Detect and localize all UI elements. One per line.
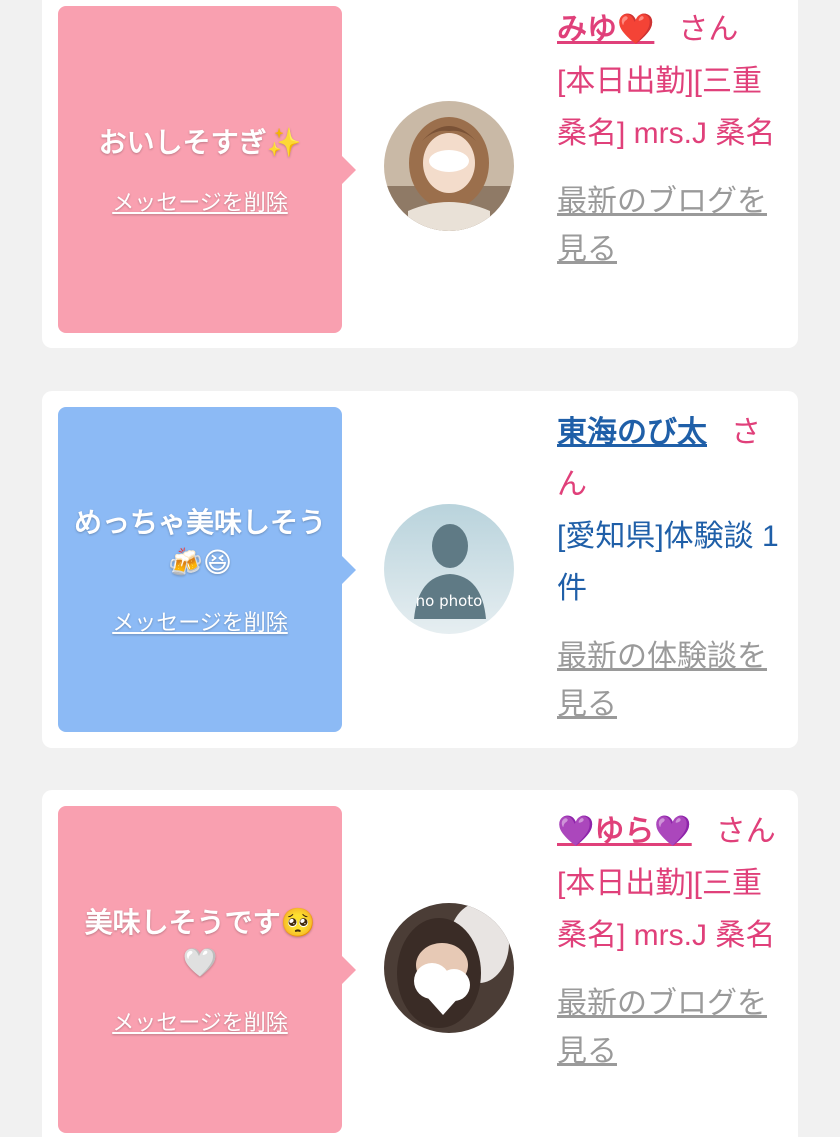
- sender-info: 💜ゆら💜 さん [本日出勤][三重 桑名] mrs.J 桑名 最新のブログを見る: [557, 806, 787, 1076]
- cast-photo: [384, 101, 514, 231]
- message-bubble: 美味しそうです🥺🤍 メッセージを削除: [58, 806, 356, 1133]
- cast-photo: [384, 903, 514, 1033]
- message-bubble: めっちゃ美味しそう🍻😆 メッセージを削除: [58, 407, 356, 732]
- message-card: 美味しそうです🥺🤍 メッセージを削除 💜ゆら💜 さん [本日出勤][三重 桑名] …: [42, 790, 798, 1137]
- message-text: 美味しそうです🥺🤍: [84, 905, 316, 979]
- sender-info: 東海のび太 さん [愛知県]体験談 1件 最新の体験談を見る: [557, 407, 787, 729]
- honorific: さん: [715, 815, 776, 848]
- latest-blog-link[interactable]: 最新のブログを見る: [557, 980, 787, 1076]
- latest-blog-link[interactable]: 最新のブログを見る: [557, 178, 787, 274]
- message-card: おいしそすぎ✨ メッセージを削除 みゆ❤️ さん [本日出勤][三重 桑名] mr…: [42, 0, 798, 348]
- sender-detail: [愛知県]体験談 1件: [557, 520, 779, 605]
- sender-name-link[interactable]: 東海のび太: [557, 416, 707, 449]
- sender-info: みゆ❤️ さん [本日出勤][三重 桑名] mrs.J 桑名 最新のブログを見る: [557, 4, 787, 274]
- avatar[interactable]: [384, 101, 514, 231]
- sender-detail: [本日出勤][三重 桑名] mrs.J 桑名: [557, 65, 776, 150]
- honorific: さん: [678, 13, 739, 46]
- message-text: おいしそすぎ✨: [98, 125, 302, 159]
- avatar[interactable]: [384, 903, 514, 1033]
- avatar[interactable]: no photo: [384, 504, 514, 634]
- message-list: おいしそすぎ✨ メッセージを削除 みゆ❤️ さん [本日出勤][三重 桑名] mr…: [0, 0, 840, 1137]
- sender-detail: [本日出勤][三重 桑名] mrs.J 桑名: [557, 867, 776, 952]
- sender-name-link[interactable]: 💜ゆら💜: [557, 815, 692, 848]
- message-text: めっちゃ美味しそう🍻😆: [73, 505, 326, 579]
- no-photo-placeholder-icon: no photo: [384, 504, 514, 634]
- sender-name-link[interactable]: みゆ❤️: [557, 13, 654, 46]
- message-card: めっちゃ美味しそう🍻😆 メッセージを削除 no photo 東海のび太 さん [愛…: [42, 391, 798, 748]
- delete-message-link[interactable]: メッセージを削除: [112, 1005, 288, 1037]
- message-bubble: おいしそすぎ✨ メッセージを削除: [58, 6, 356, 333]
- delete-message-link[interactable]: メッセージを削除: [112, 605, 288, 637]
- no-photo-label: no photo: [416, 592, 483, 610]
- latest-review-link[interactable]: 最新の体験談を見る: [557, 633, 787, 729]
- delete-message-link[interactable]: メッセージを削除: [112, 185, 288, 217]
